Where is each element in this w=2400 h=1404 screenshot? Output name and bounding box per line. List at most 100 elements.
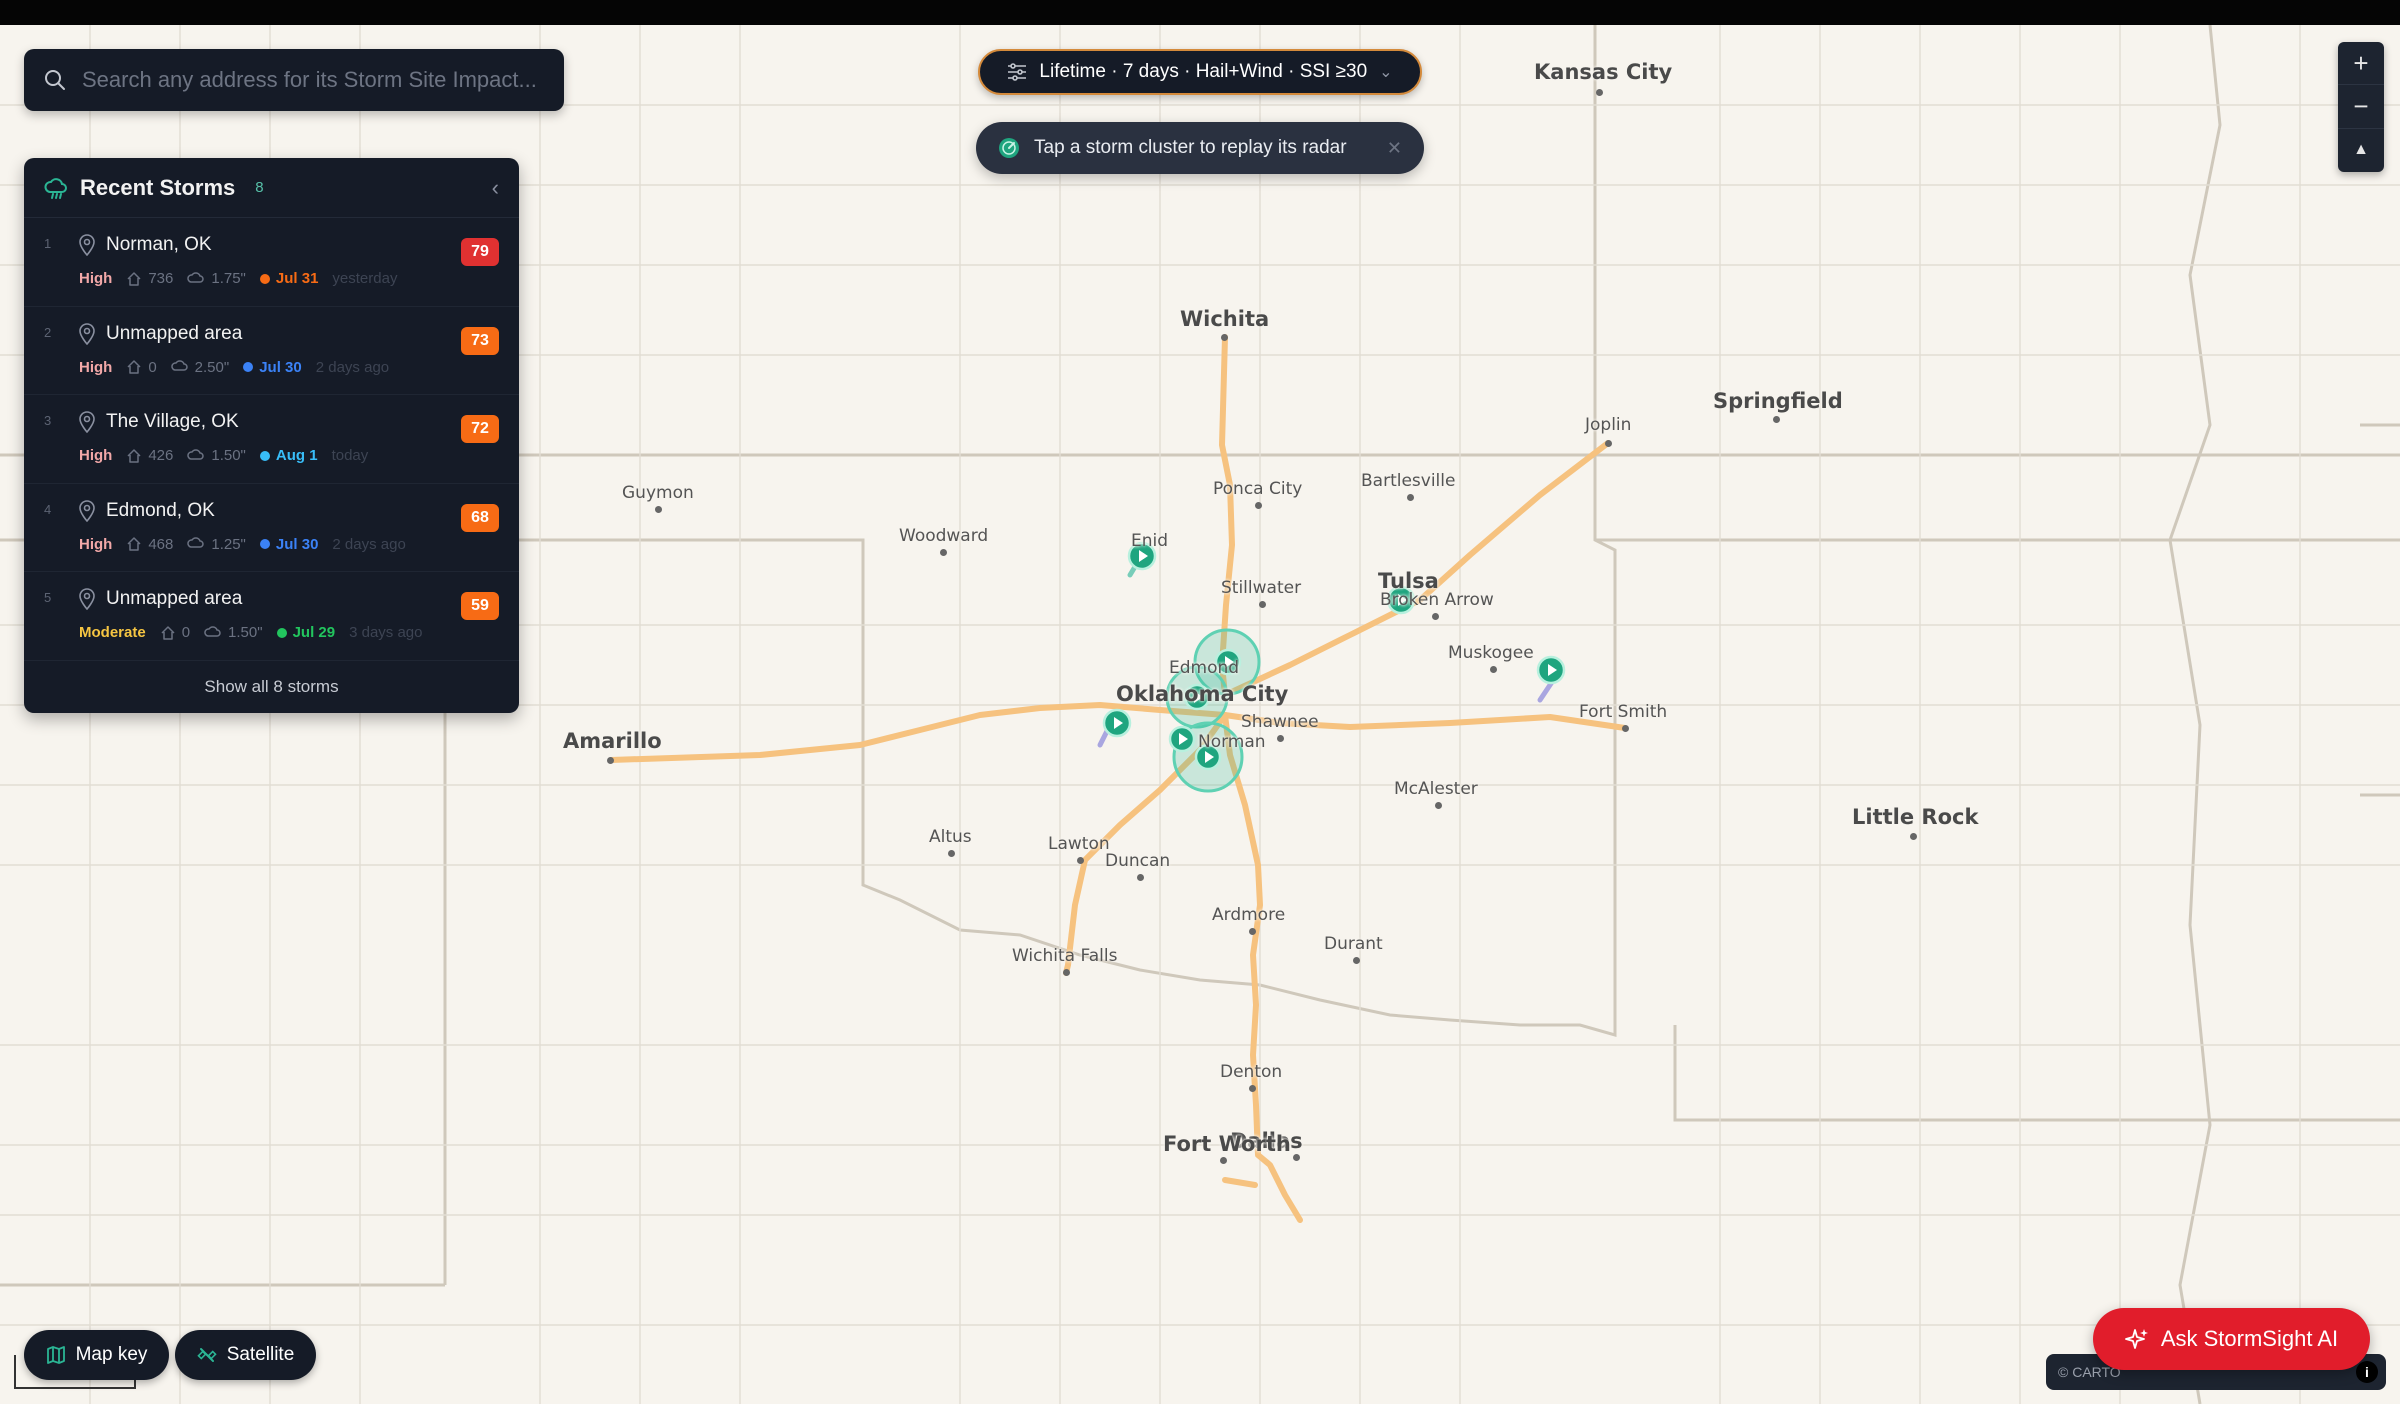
map-key-button[interactable]: Map key	[24, 1330, 169, 1380]
hail-cloud-icon	[187, 448, 205, 464]
map-key-label: Map key	[75, 1344, 148, 1365]
city-dot	[1353, 957, 1360, 964]
city-label-amarillo: Amarillo	[563, 729, 662, 753]
ssi-score-badge: 59	[461, 592, 499, 620]
city-dot	[948, 850, 955, 857]
severity-label: High	[79, 358, 113, 376]
location-pin-icon	[79, 499, 95, 522]
city-dot	[1249, 928, 1256, 935]
zoom-out-button[interactable]: −	[2338, 85, 2384, 129]
storm-row[interactable]: 4 Edmond, OK 68 High 468 1.25" Jul 30 2 days ag…	[24, 484, 519, 572]
storm-list: 1 Norman, OK 79 High 736 1.75" Jul 31 yesterday…	[24, 218, 519, 661]
city-label-fort-smith: Fort Smith	[1579, 702, 1668, 722]
storm-row[interactable]: 5 Unmapped area 59 Moderate 0 1.50" Jul 29 3 da…	[24, 572, 519, 661]
satellite-button[interactable]: Satellite	[175, 1330, 316, 1380]
ask-stormsight-ai-button[interactable]: Ask StormSight AI	[2093, 1308, 2370, 1370]
storm-location-name: Norman, OK	[106, 234, 212, 255]
city-dot	[1605, 440, 1612, 447]
homes-impacted: 0	[181, 624, 191, 641]
city-dot	[1596, 89, 1603, 96]
homes-impacted: 426	[148, 447, 174, 464]
recent-storms-count: 8	[255, 179, 264, 196]
homes-impacted: 468	[148, 535, 174, 553]
date-status-dot	[259, 450, 270, 461]
city-dot	[1277, 735, 1284, 742]
city-label-springfield: Springfield	[1713, 389, 1843, 413]
homes-impacted: 0	[148, 358, 157, 376]
city-label-norman: Norman	[1198, 732, 1266, 752]
city-dot	[1259, 601, 1266, 608]
city-label-enid: Enid	[1131, 531, 1169, 551]
hail-size: 2.50"	[194, 358, 230, 376]
date-status-dot	[243, 362, 254, 372]
hail-size: 1.75"	[211, 270, 246, 287]
city-dot	[1910, 833, 1917, 840]
city-label-altus: Altus	[929, 827, 972, 847]
city-dot	[1221, 334, 1228, 341]
storm-rank: 5	[44, 590, 52, 605]
home-icon	[126, 448, 142, 464]
filter-summary-button[interactable]: Lifetime · 7 days · Hail+Wind · SSI ≥30 …	[978, 49, 1422, 95]
close-icon[interactable]: ✕	[1387, 138, 1402, 159]
location-pin-icon	[79, 411, 95, 433]
city-label-denton: Denton	[1220, 1062, 1283, 1082]
home-icon	[126, 536, 142, 552]
storm-relative-time: 2 days ago	[315, 358, 390, 376]
storm-row[interactable]: 1 Norman, OK 79 High 736 1.75" Jul 31 yesterday	[24, 218, 519, 307]
storm-location-name: Unmapped area	[106, 322, 243, 344]
city-label-duncan: Duncan	[1105, 851, 1171, 871]
ssi-score-badge: 72	[461, 415, 499, 443]
location-pin-icon	[79, 234, 95, 256]
map-icon	[46, 1346, 65, 1364]
city-label-joplin: Joplin	[1585, 415, 1632, 435]
storm-date: Jul 29	[292, 624, 336, 641]
ssi-score-badge: 68	[461, 503, 499, 532]
hail-cloud-icon	[204, 625, 222, 641]
storm-date: Aug 1	[275, 447, 318, 464]
city-label-oklahoma-city: Oklahoma City	[1116, 682, 1289, 706]
storm-location-name: Unmapped area	[106, 588, 243, 609]
map-zoom-controls: + − ▲	[2338, 42, 2384, 172]
city-label-mcalester: McAlester	[1394, 779, 1478, 799]
top-black-bar	[0, 0, 2400, 25]
home-icon	[126, 359, 142, 375]
recent-storms-header: Recent Storms 8 ‹	[24, 158, 519, 218]
home-icon	[126, 271, 142, 287]
city-label-kansas-city: Kansas City	[1534, 60, 1673, 84]
zoom-in-button[interactable]: +	[2338, 42, 2384, 86]
date-status-dot	[259, 273, 270, 284]
city-dot	[1622, 725, 1629, 732]
show-all-storms-button[interactable]: Show all 8 storms	[24, 661, 519, 713]
city-dot	[1435, 802, 1442, 809]
address-search-input[interactable]	[82, 67, 552, 93]
radar-icon	[999, 138, 1019, 158]
storm-meta: High 468 1.25" Jul 30 2 days ago	[79, 536, 406, 553]
city-label-durant: Durant	[1324, 934, 1383, 954]
severity-label: High	[79, 535, 113, 553]
address-search-bar[interactable]	[24, 49, 564, 111]
hail-cloud-icon	[187, 271, 205, 287]
collapse-chevron-icon[interactable]: ‹	[492, 175, 499, 201]
storm-relative-time: 2 days ago	[332, 535, 406, 553]
storm-date: Jul 30	[259, 358, 302, 376]
storm-row[interactable]: 2 Unmapped area 73 High 0 2.50" Jul 30 2 days a…	[24, 307, 519, 395]
hail-cloud-icon	[187, 536, 205, 552]
hail-size: 1.50"	[228, 624, 263, 641]
city-dot	[1077, 857, 1084, 864]
radar-replay-hint-text: Tap a storm cluster to replay its radar	[1034, 137, 1347, 158]
storm-relative-time: today	[331, 447, 369, 464]
hail-size: 1.50"	[211, 447, 246, 464]
location-pin-icon	[79, 588, 95, 610]
sparkle-icon	[2124, 1329, 2148, 1349]
reset-north-button[interactable]: ▲	[2338, 129, 2384, 172]
city-label-wichita: Wichita	[1180, 307, 1270, 331]
info-icon[interactable]: i	[2356, 1361, 2378, 1383]
storm-relative-time: 3 days ago	[349, 624, 423, 641]
city-label-ponca-city: Ponca City	[1213, 479, 1303, 499]
hail-cloud-icon	[170, 359, 189, 375]
storm-row[interactable]: 3 The Village, OK 72 High 426 1.50" Aug 1 today	[24, 395, 519, 484]
storm-date: Jul 31	[275, 270, 319, 287]
city-label-woodward: Woodward	[899, 526, 989, 546]
homes-impacted: 736	[148, 270, 174, 287]
city-label-ardmore: Ardmore	[1212, 905, 1286, 925]
